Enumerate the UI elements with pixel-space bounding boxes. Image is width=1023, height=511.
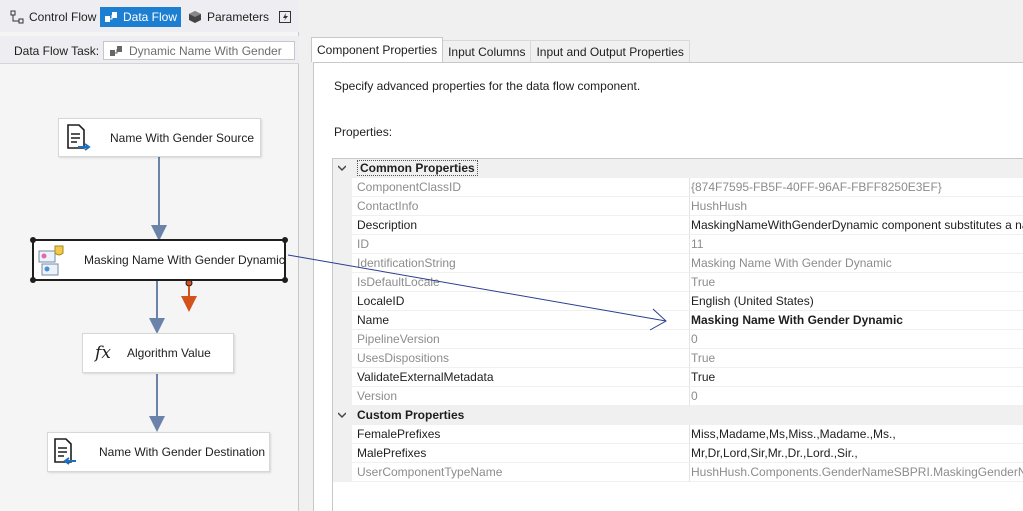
destination-component[interactable]: Name With Gender Destination (47, 432, 270, 472)
property-row[interactable]: IsDefaultLocale True (333, 273, 1023, 292)
property-name: ComponentClassID (352, 178, 689, 197)
panel-description: Specify advanced properties for the data… (334, 79, 641, 93)
property-name: Version (352, 387, 689, 406)
property-value: HushHush.Components.GenderNameSBPRI.Mask… (689, 463, 1023, 482)
tab-control-flow[interactable]: Control Flow (6, 7, 100, 27)
category-common-properties[interactable]: Common Properties (333, 159, 1023, 178)
property-value: HushHush (689, 197, 1023, 216)
property-name: MalePrefixes (352, 444, 689, 463)
property-value: True (689, 273, 1023, 292)
property-row[interactable]: FemalePrefixes Miss,Madame,Ms,Miss.,Madam… (333, 425, 1023, 444)
tab-data-flow[interactable]: Data Flow (100, 7, 182, 27)
property-name: ValidateExternalMetadata (352, 368, 689, 387)
property-row[interactable]: UserComponentTypeName HushHush.Components… (333, 463, 1023, 482)
source-component[interactable]: Name With Gender Source (58, 118, 261, 157)
property-row[interactable]: ValidateExternalMetadata True (333, 368, 1023, 387)
data-flow-task-value: Dynamic Name With Gender (129, 43, 282, 58)
designer-tab-bar: Control Flow Data Flow Parameters (0, 0, 299, 32)
masking-component-icon (38, 243, 64, 277)
property-name: PipelineVersion (352, 330, 689, 349)
tab-input-output-properties[interactable]: Input and Output Properties (530, 40, 690, 62)
property-value: True (689, 349, 1023, 368)
event-handlers-icon (278, 10, 292, 24)
algorithm-component[interactable]: fx Algorithm Value (82, 333, 234, 373)
tab-label: Data Flow (123, 10, 178, 24)
tab-input-columns[interactable]: Input Columns (442, 40, 532, 62)
category-label: Custom Properties (357, 408, 465, 422)
tab-parameters[interactable]: Parameters (184, 7, 273, 27)
data-flow-icon (104, 10, 118, 24)
design-canvas[interactable]: Name With Gender Source Masking Name Wit… (0, 66, 298, 511)
property-value[interactable]: Mr,Dr,Lord,Sir,Mr.,Dr.,Lord.,Sir., (689, 444, 1023, 463)
data-flow-task-label: Data Flow Task: (14, 44, 100, 58)
category-label: Common Properties (357, 160, 478, 176)
property-value[interactable]: MaskingNameWithGenderDynamic component s… (689, 216, 1023, 235)
resize-handle[interactable] (282, 277, 288, 283)
property-name: Description (352, 216, 689, 235)
source-component-label: Name With Gender Source (110, 130, 255, 145)
property-row[interactable]: Version 0 (333, 387, 1023, 406)
collapse-caret-icon[interactable] (338, 164, 346, 172)
masking-component[interactable]: Masking Name With Gender Dynamic (30, 237, 288, 283)
tab-label: Control Flow (29, 10, 97, 24)
property-name: IsDefaultLocale (352, 273, 689, 292)
property-value: {874F7595-FB5F-40FF-96AF-FBFF8250E3EF} (689, 178, 1023, 197)
property-name: ID (352, 235, 689, 254)
tab-label: Parameters (207, 10, 270, 24)
resize-handle[interactable] (282, 237, 288, 243)
destination-component-label: Name With Gender Destination (99, 445, 266, 459)
property-value: Masking Name With Gender Dynamic (689, 254, 1023, 273)
advanced-editor: Component Properties Input Columns Input… (299, 0, 1023, 511)
editor-tab-strip: Component Properties Input Columns Input… (311, 37, 690, 62)
property-name: ContactInfo (352, 197, 689, 216)
property-name: UsesDispositions (352, 349, 689, 368)
property-name: IdentificationString (352, 254, 689, 273)
property-row[interactable]: IdentificationString Masking Name With Ge… (333, 254, 1023, 273)
package-designer: Control Flow Data Flow Parameters Data F… (0, 0, 299, 511)
algorithm-component-label: Algorithm Value (127, 346, 211, 360)
control-flow-icon (10, 10, 24, 24)
resize-handle[interactable] (30, 237, 36, 243)
property-value[interactable]: Masking Name With Gender Dynamic (689, 311, 1023, 330)
property-name: FemalePrefixes (352, 425, 689, 444)
data-flow-task-row: Data Flow Task: Dynamic Name With Gender (0, 36, 299, 64)
property-row[interactable]: UsesDispositions True (333, 349, 1023, 368)
property-row[interactable]: ID 11 (333, 235, 1023, 254)
property-row[interactable]: Description MaskingNameWithGenderDynamic … (333, 216, 1023, 235)
property-value: 0 (689, 387, 1023, 406)
property-row[interactable]: ComponentClassID {874F7595-FB5F-40FF-96AF… (333, 178, 1023, 197)
property-grid[interactable]: Common Properties ComponentClassID {874F7… (332, 158, 1023, 511)
data-flow-task-icon (109, 44, 123, 58)
resize-handle[interactable] (30, 277, 36, 283)
property-value: 11 (689, 235, 1023, 254)
category-custom-properties[interactable]: Custom Properties (333, 406, 1023, 425)
property-value[interactable]: True (689, 368, 1023, 387)
property-value[interactable]: Miss,Madame,Ms,Miss.,Madame.,Ms., (689, 425, 1023, 444)
masking-component-label: Masking Name With Gender Dynamic (84, 253, 285, 267)
derived-column-fx-icon: fx (95, 343, 111, 363)
properties-label: Properties: (334, 125, 393, 139)
property-row[interactable]: Name Masking Name With Gender Dynamic (333, 311, 1023, 330)
property-row[interactable]: ContactInfo HushHush (333, 197, 1023, 216)
property-value: 0 (689, 330, 1023, 349)
property-name: Name (352, 311, 689, 330)
data-flow-task-select[interactable]: Dynamic Name With Gender (103, 41, 295, 60)
tab-event-handlers[interactable] (274, 7, 296, 27)
flat-file-destination-icon (53, 437, 79, 467)
parameters-icon (188, 10, 202, 24)
component-properties-panel: Specify advanced properties for the data… (313, 62, 1023, 511)
property-name: UserComponentTypeName (352, 463, 689, 482)
flat-file-source-icon (66, 123, 92, 153)
property-row[interactable]: LocaleID English (United States) (333, 292, 1023, 311)
property-name: LocaleID (352, 292, 689, 311)
collapse-caret-icon[interactable] (338, 411, 346, 419)
property-value[interactable]: English (United States) (689, 292, 1023, 311)
property-row[interactable]: PipelineVersion 0 (333, 330, 1023, 349)
property-row[interactable]: MalePrefixes Mr,Dr,Lord,Sir,Mr.,Dr.,Lord.… (333, 444, 1023, 463)
tab-component-properties[interactable]: Component Properties (311, 37, 444, 62)
